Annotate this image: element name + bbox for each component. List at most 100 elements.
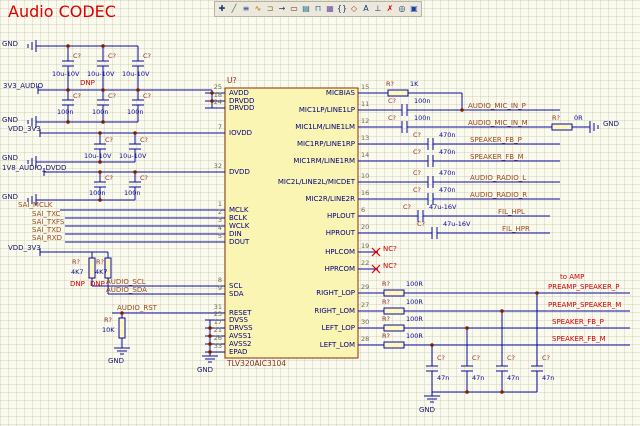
cap-ref[interactable]: C?: [73, 52, 81, 60]
no-connect-ref[interactable]: NC?: [383, 245, 397, 253]
wire-1v8-dvdd[interactable]: [43, 168, 205, 176]
cap-value[interactable]: 100n: [414, 97, 431, 105]
cap-value[interactable]: 47n: [437, 374, 449, 382]
place-parameter-icon[interactable]: ▣: [408, 3, 420, 15]
gnd-label[interactable]: GND: [2, 116, 18, 124]
cap-ref[interactable]: C?: [140, 174, 148, 182]
place-device-sheet-icon[interactable]: ▦: [324, 3, 336, 15]
place-code-symbol-icon[interactable]: {}: [336, 3, 348, 15]
gnd-label[interactable]: GND: [2, 154, 18, 162]
net-label-sai-txc[interactable]: SAI_TXC: [32, 210, 60, 218]
ic-part-number[interactable]: TLV320AIC3104: [227, 360, 286, 368]
res-ref[interactable]: R?: [382, 280, 390, 288]
net-label-speaker-fb-p[interactable]: SPEAKER_FB_P: [470, 136, 522, 144]
cap-ref[interactable]: C?: [413, 131, 421, 139]
net-label-audio-scl[interactable]: AUDIO_SCL: [106, 278, 146, 286]
speaker-fb-p-cap[interactable]: [378, 138, 560, 150]
net-label-audio-sda[interactable]: AUDIO_SDA: [106, 286, 147, 294]
res-value[interactable]: 10K: [102, 326, 115, 334]
net-label-audio-radio-l[interactable]: AUDIO_RADIO_L: [470, 174, 526, 182]
res-ref[interactable]: R?: [104, 316, 112, 324]
place-signal-harness-icon[interactable]: ∿: [252, 3, 264, 15]
cap-value[interactable]: 47n: [507, 374, 519, 382]
cap-value[interactable]: 100n: [92, 108, 109, 116]
res-value[interactable]: 0R: [574, 114, 583, 122]
gnd-symbol-top-left[interactable]: [27, 40, 37, 52]
audio-radio-l-cap[interactable]: [378, 176, 560, 188]
cap-value[interactable]: 470n: [439, 186, 456, 194]
cap-ref[interactable]: C?: [507, 354, 515, 362]
place-net-label-icon[interactable]: A: [360, 3, 372, 15]
net-label-fil-hpl[interactable]: FIL_HPL: [498, 208, 525, 216]
cap-ref[interactable]: C?: [417, 220, 425, 228]
res-ref[interactable]: R?: [382, 315, 390, 323]
place-part-icon[interactable]: ▭: [288, 3, 300, 15]
res-value[interactable]: 100R: [406, 315, 423, 323]
net-label-sai-txd[interactable]: SAI_TXD: [32, 226, 61, 234]
res-ref[interactable]: R?: [382, 298, 390, 306]
cap-ref[interactable]: C?: [108, 92, 116, 100]
cap-ref[interactable]: C?: [105, 136, 113, 144]
cap-ref[interactable]: C?: [388, 114, 396, 122]
power-label-vdd3v3[interactable]: VDD_3V3: [8, 125, 41, 133]
place-sheet-symbol-icon[interactable]: ▤: [300, 3, 312, 15]
speaker-fb-m-cap[interactable]: [378, 155, 560, 167]
res-ref[interactable]: R?: [72, 258, 80, 266]
net-label-audio-mic-in-p[interactable]: AUDIO_MIC_IN_P: [468, 102, 526, 110]
cap-ref[interactable]: C?: [413, 186, 421, 194]
cap-ref[interactable]: C?: [472, 354, 480, 362]
cap-value[interactable]: 10u-10V: [122, 70, 149, 78]
cap-ref[interactable]: C?: [143, 52, 151, 60]
gnd-label[interactable]: GND: [2, 193, 18, 201]
cap-ref[interactable]: C?: [108, 52, 116, 60]
net-label-audio-rst[interactable]: AUDIO_RST: [117, 304, 157, 312]
ic-designator[interactable]: U?: [227, 77, 236, 85]
net-label-speaker-fb-p[interactable]: SPEAKER_FB_P: [552, 318, 604, 326]
no-connect-ref[interactable]: NC?: [383, 262, 397, 270]
cap-value[interactable]: 10u-10V: [119, 152, 146, 160]
cap-ref[interactable]: C?: [413, 169, 421, 177]
res-value[interactable]: 4K7: [71, 268, 84, 276]
net-label-sai-rxd[interactable]: SAI_RXD: [32, 234, 62, 242]
net-label-preamp-speaker-p[interactable]: PREAMP_SPEAKER_P: [548, 283, 620, 291]
power-label-3v3-audio[interactable]: 3V3_AUDIO: [3, 82, 43, 90]
place-wire-icon[interactable]: ╱: [228, 3, 240, 15]
net-label-audio-radio-r[interactable]: AUDIO_RADIO_R: [470, 191, 527, 199]
net-label-sai-mclk[interactable]: SAI_MCLK: [18, 201, 52, 209]
res-value[interactable]: 100R: [406, 298, 423, 306]
place-port-icon[interactable]: ◇: [348, 3, 360, 15]
cap-value[interactable]: 10u-10V: [52, 70, 79, 78]
cap-value[interactable]: 100n: [124, 189, 141, 197]
place-no-erc-icon[interactable]: ✗: [384, 3, 396, 15]
net-label-fil-hpr[interactable]: FIL_HPR: [502, 225, 530, 233]
place-power-port-icon[interactable]: ⊥: [372, 3, 384, 15]
cap-value[interactable]: 10u-10V: [84, 152, 111, 160]
gnd-symbol-left-2[interactable]: [27, 116, 138, 128]
gnd-label[interactable]: GND: [197, 366, 213, 374]
gnd-label[interactable]: GND: [603, 120, 619, 128]
res-value[interactable]: 100R: [406, 332, 423, 340]
res-ref[interactable]: R?: [382, 332, 390, 340]
cap-value[interactable]: 100n: [89, 189, 106, 197]
schematic-canvas[interactable]: Audio CODEC ✚ ╱ ≡ ∿ ⊐ → ▭ ▤ ⊓ ▦ {} ◇ A ⊥…: [0, 0, 640, 426]
gnd-label[interactable]: GND: [108, 357, 124, 365]
place-sheet-entry-icon[interactable]: ⊓: [312, 3, 324, 15]
cap-ref[interactable]: C?: [413, 148, 421, 156]
cap-value[interactable]: 470n: [439, 169, 456, 177]
net-label-sai-txfs[interactable]: SAI_TXFS: [32, 218, 64, 226]
place-harness-entry-icon[interactable]: →: [276, 3, 288, 15]
cap-ref[interactable]: C?: [437, 354, 445, 362]
power-label-1v8-audio-dvdd[interactable]: 1V8_AUDIO_DVDD: [2, 164, 66, 172]
wire-vdd3v3-iovdd[interactable]: [39, 129, 205, 137]
reset-pulldown-resistor[interactable]: [112, 312, 205, 355]
res-value[interactable]: 100R: [406, 280, 423, 288]
cap-value[interactable]: 10u-10V: [87, 70, 114, 78]
cap-ref[interactable]: C?: [542, 354, 550, 362]
cap-value[interactable]: 470n: [439, 131, 456, 139]
power-label-vdd3v3[interactable]: VDD_3V3: [8, 244, 41, 252]
cap-value[interactable]: 100n: [127, 108, 144, 116]
cap-value[interactable]: 47n: [542, 374, 554, 382]
net-label-preamp-speaker-m[interactable]: PREAMP_SPEAKER_M: [548, 301, 621, 309]
cap-ref[interactable]: C?: [403, 203, 411, 211]
cap-ref[interactable]: C?: [143, 92, 151, 100]
